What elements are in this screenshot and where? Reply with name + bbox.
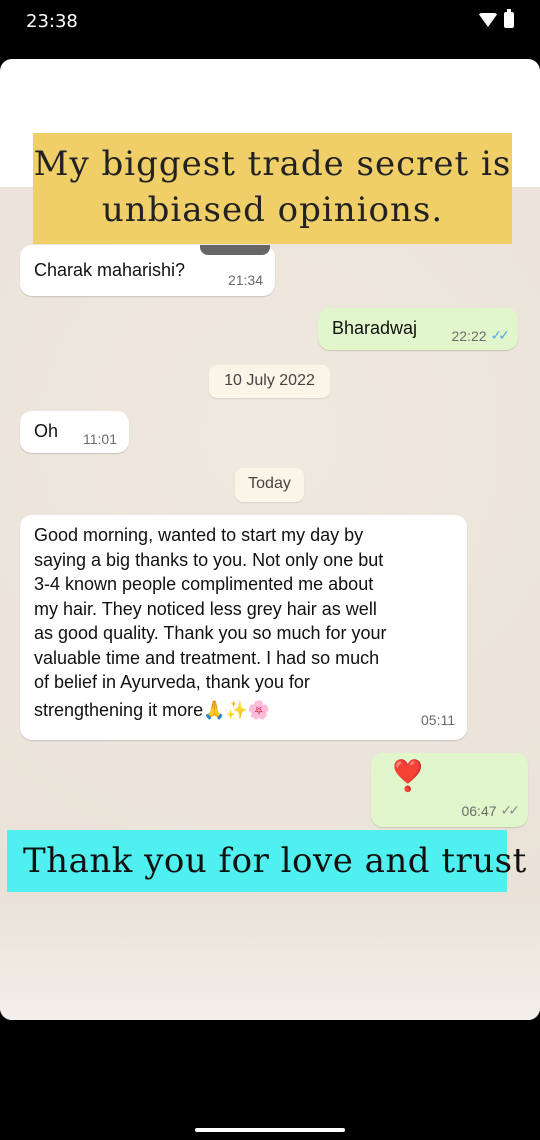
status-time: 23:38 [26, 11, 78, 32]
message-meta: 11:01 [83, 431, 117, 447]
bottom-caption-banner: Thank you for love and trust [7, 830, 526, 892]
message-line: valuable time and treatment. I had so mu… [34, 647, 380, 668]
message-meta: 22:22 ✓✓ [451, 327, 511, 344]
message-text: Bharadwaj [332, 318, 418, 338]
home-indicator[interactable] [195, 1128, 345, 1132]
message-time: 05:11 [421, 711, 455, 728]
message-line: of belief in Ayurveda, thank you for [34, 672, 310, 692]
top-caption-line-2: unbiased opinions. [101, 190, 444, 230]
message-line: as good quality. Thank you so much for y… [34, 623, 387, 643]
message-bubble-incoming[interactable]: Good morning, wanted to start my day by … [20, 515, 467, 740]
top-caption-line-1: My biggest trade secret is [33, 144, 512, 184]
message-line: 3-4 known people complimented me about [34, 574, 374, 594]
message-time: 21:34 [227, 272, 263, 288]
message-text: Charak maharishi? [34, 260, 186, 280]
top-caption-banner: My biggest trade secret is unbiased opin… [33, 133, 512, 244]
message-time: 11:01 [83, 431, 117, 447]
story-card: My biggest trade secret is unbiased opin… [0, 59, 540, 1020]
double-check-read-icon: ✓✓ [490, 327, 511, 343]
date-chip: 10 July 2022 [209, 365, 330, 398]
message-line: saying a big thanks to you. Not only one… [34, 549, 384, 570]
message-meta: 21:34 [228, 272, 263, 288]
message-bubble-outgoing[interactable]: ❣️ 06:47 ✓✓ [371, 753, 528, 827]
double-check-delivered-icon: ✓✓ [500, 802, 521, 818]
heart-exclamation-emoji: ❣️ [389, 760, 427, 793]
message-time: 06:47 [461, 802, 497, 819]
message-line: Good morning, wanted to start my day by [34, 525, 364, 545]
message-bubble-incoming[interactable]: Oh 11:01 [20, 411, 129, 453]
wifi-icon [478, 13, 498, 27]
message-line: strengthening it more🙏✨🌸 [34, 699, 271, 720]
message-text: Oh [34, 421, 59, 441]
battery-icon [504, 9, 514, 28]
message-meta: 05:11 [421, 708, 455, 733]
image-thumbnail-edge [200, 245, 270, 255]
message-bubble-outgoing[interactable]: Bharadwaj 22:22 ✓✓ [318, 308, 518, 350]
status-icons [478, 9, 514, 28]
message-meta: 06:47 ✓✓ [461, 802, 521, 819]
date-chip: Today [235, 468, 304, 502]
status-bar: 23:38 [0, 0, 540, 44]
message-line: my hair. They noticed less grey hair as … [34, 598, 377, 619]
message-time: 22:22 [451, 327, 487, 344]
